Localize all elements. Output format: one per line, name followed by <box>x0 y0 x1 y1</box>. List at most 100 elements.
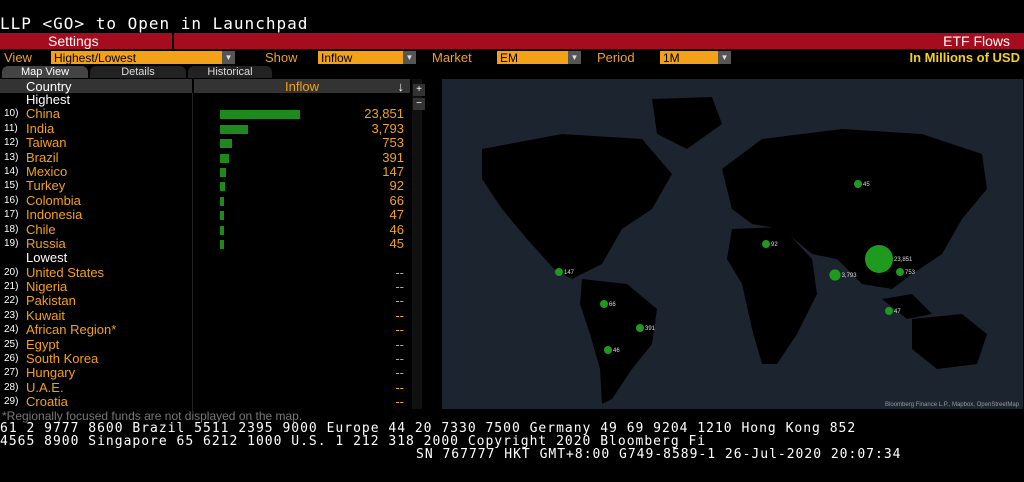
row-number: 17) <box>4 209 19 221</box>
table-row[interactable]: 12) Taiwan 753 <box>0 135 412 150</box>
map-bubble-label: 45 <box>863 182 870 188</box>
scrollbar[interactable] <box>412 79 422 409</box>
tab-historical[interactable]: Historical <box>188 66 272 78</box>
table-row[interactable]: 22) Pakistan -- <box>0 294 412 309</box>
lowest-rows: 20) United States -- 21) Nigeria -- 22) Pakista… <box>0 264 412 410</box>
row-number: 18) <box>4 223 19 235</box>
table-row[interactable]: 14) Mexico 147 <box>0 164 412 179</box>
table-row[interactable]: 16) Colombia 66 <box>0 193 412 208</box>
inflow-bar <box>220 211 224 221</box>
table-row[interactable]: 24) African Region* -- <box>0 322 412 337</box>
etf-flows-title: ETF Flows <box>943 33 1010 49</box>
chevron-down-icon[interactable]: ▼ <box>568 51 581 64</box>
chevron-down-icon[interactable]: ▼ <box>222 51 235 64</box>
inflow-bar <box>220 124 248 134</box>
country-name[interactable]: Russia <box>26 236 66 251</box>
country-name[interactable]: Turkey <box>26 178 65 193</box>
country-name[interactable]: Kuwait <box>26 308 65 323</box>
inflow-value: 47 <box>389 207 404 223</box>
map-bubble[interactable] <box>854 180 862 188</box>
table-row[interactable]: 18) Chile 46 <box>0 222 412 237</box>
inflow-value: -- <box>395 307 404 323</box>
zoom-out-button[interactable]: − <box>413 98 425 110</box>
country-name[interactable]: Nigeria <box>26 279 67 294</box>
southeast-asia-shape <box>882 294 932 319</box>
australia-shape <box>912 314 987 369</box>
map-bubble[interactable] <box>896 268 904 276</box>
map-bubble[interactable] <box>604 346 612 354</box>
table-row[interactable]: 11) India 3,793 <box>0 120 412 136</box>
market-label: Market <box>432 50 472 65</box>
table-row[interactable]: 19) Russia 45 <box>0 236 412 251</box>
map-bubble-label: 66 <box>609 302 616 308</box>
period-dropdown[interactable]: 1M ▼ <box>660 51 731 65</box>
world-map[interactable]: 23,851 3,793 753 391 147 92 66 47 46 45 Bloomberg… <box>442 79 1023 409</box>
table-row[interactable]: 13) Brazil 391 <box>0 149 412 165</box>
inflow-value: -- <box>395 351 404 367</box>
country-column-header[interactable]: Country <box>0 79 192 94</box>
zoom-in-button[interactable]: + <box>413 84 425 96</box>
inflow-bar <box>220 182 225 192</box>
inflow-column-header[interactable]: Inflow ↓ <box>194 79 410 94</box>
inflow-bar <box>220 153 229 163</box>
country-name[interactable]: Hungary <box>26 366 75 381</box>
view-dropdown[interactable]: Highest/Lowest ▼ <box>51 51 235 65</box>
settings-button[interactable]: Settings <box>48 33 99 49</box>
table-row[interactable]: 23) Kuwait -- <box>0 307 412 323</box>
chevron-down-icon[interactable]: ▼ <box>718 51 731 64</box>
inflow-value: 391 <box>382 149 404 165</box>
country-name[interactable]: China <box>26 106 60 121</box>
country-name[interactable]: Colombia <box>26 193 81 208</box>
country-name[interactable]: Taiwan <box>26 135 66 150</box>
country-name[interactable]: Croatia <box>26 394 68 409</box>
country-name[interactable]: India <box>26 121 54 136</box>
command-line[interactable]: LLP <GO> to Open in Launchpad <box>0 14 1024 34</box>
country-name[interactable]: United States <box>26 265 104 280</box>
row-number: 24) <box>4 324 19 336</box>
map-bubble[interactable] <box>762 240 770 248</box>
land-masses <box>482 97 987 404</box>
inflow-value: 3,793 <box>371 120 404 136</box>
tab-details[interactable]: Details <box>90 66 186 78</box>
country-name[interactable]: U.A.E. <box>26 380 64 395</box>
sort-arrow-icon[interactable]: ↓ <box>398 79 405 94</box>
table-row[interactable]: 21) Nigeria -- <box>0 279 412 294</box>
country-name[interactable]: Indonesia <box>26 207 82 222</box>
show-label: Show <box>265 50 298 65</box>
map-bubble[interactable] <box>829 269 841 281</box>
country-name[interactable]: African Region* <box>26 322 116 337</box>
map-bubble[interactable] <box>865 245 893 273</box>
market-dropdown[interactable]: EM ▼ <box>497 51 581 65</box>
table-row[interactable]: 17) Indonesia 47 <box>0 207 412 223</box>
view-value: Highest/Lowest <box>54 51 137 65</box>
country-name[interactable]: Mexico <box>26 164 67 179</box>
settings-divider <box>172 33 174 49</box>
map-bubble-label: 46 <box>613 348 620 354</box>
tab-map-view[interactable]: Map View <box>2 66 88 78</box>
inflow-value: -- <box>395 264 404 280</box>
map-bubble[interactable] <box>600 300 608 308</box>
country-name[interactable]: Chile <box>26 222 56 237</box>
table-row[interactable]: 15) Turkey 92 <box>0 178 412 193</box>
table-row[interactable]: 27) Hungary -- <box>0 366 412 381</box>
map-bubble-label: 753 <box>905 270 916 276</box>
map-bubble[interactable] <box>636 324 644 332</box>
show-dropdown[interactable]: Inflow ▼ <box>318 51 416 65</box>
map-bubble[interactable] <box>555 268 563 276</box>
table-row[interactable]: 29) Croatia -- <box>0 394 412 410</box>
settings-bar: Settings ETF Flows <box>0 33 1024 49</box>
row-number: 22) <box>4 295 19 307</box>
table-row[interactable]: 28) U.A.E. -- <box>0 380 412 395</box>
chevron-down-icon[interactable]: ▼ <box>403 51 416 64</box>
table-row[interactable]: 20) United States -- <box>0 264 412 280</box>
country-name[interactable]: Egypt <box>26 337 59 352</box>
map-bubble[interactable] <box>885 307 893 315</box>
country-name[interactable]: Brazil <box>26 150 59 165</box>
country-name[interactable]: Pakistan <box>26 294 76 309</box>
table-row[interactable]: 26) South Korea -- <box>0 351 412 367</box>
units-label: In Millions of USD <box>909 50 1021 65</box>
inflow-value: -- <box>395 394 404 410</box>
table-row[interactable]: 25) Egypt -- <box>0 337 412 352</box>
table-row[interactable]: 10) China 23,851 <box>0 106 412 121</box>
country-name[interactable]: South Korea <box>26 351 98 366</box>
